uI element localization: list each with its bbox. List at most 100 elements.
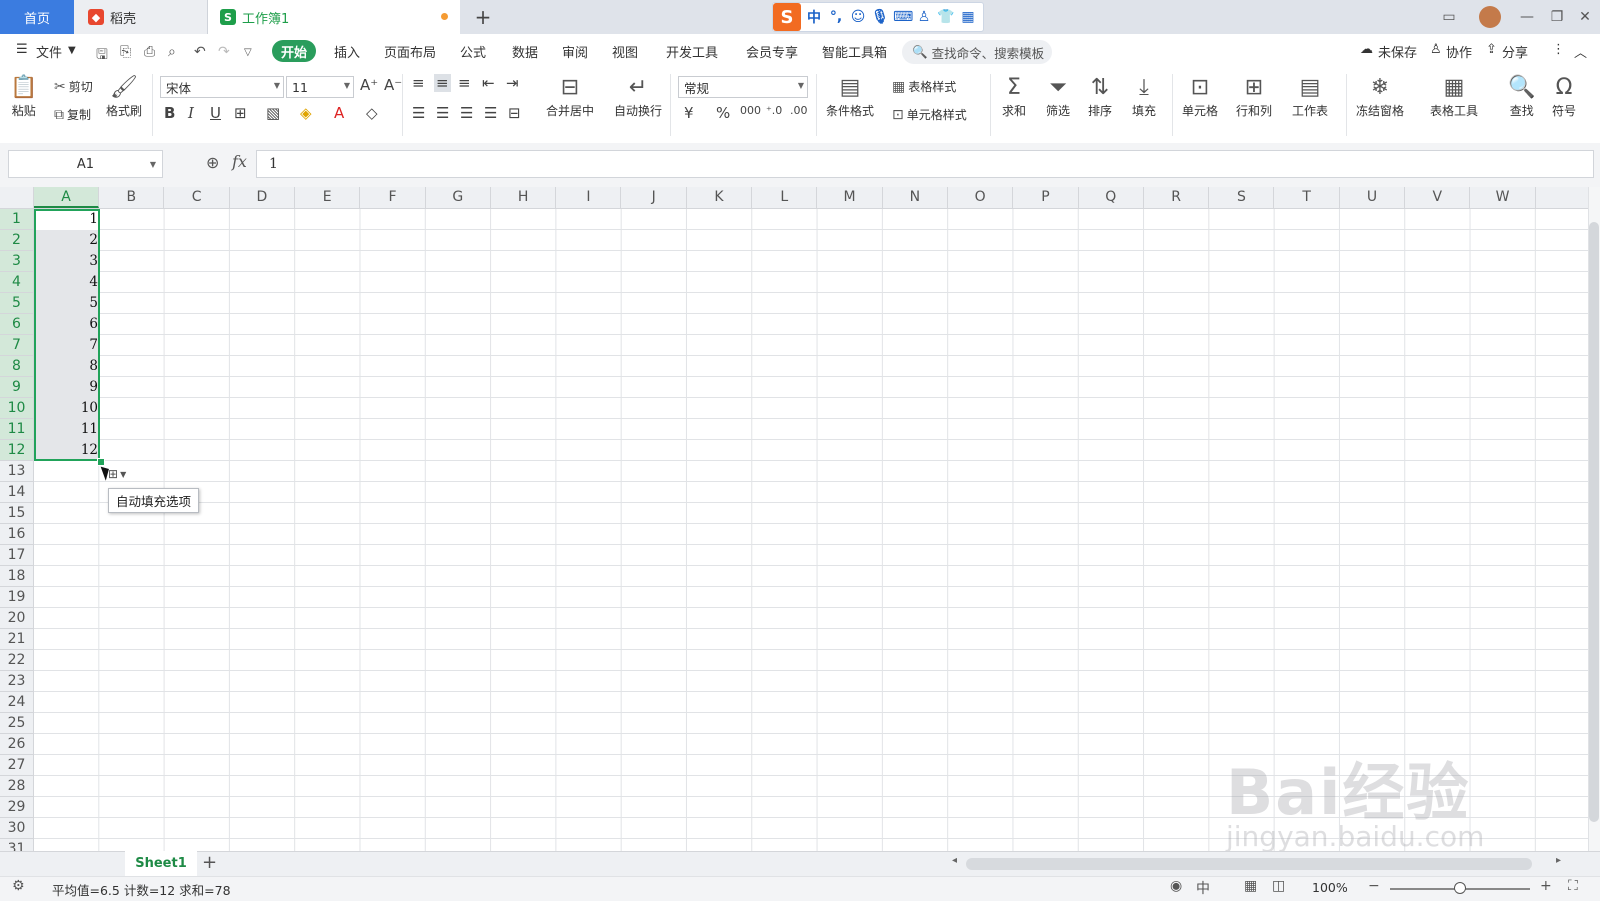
hamburger-icon[interactable]: ☰ [16,42,28,57]
cell-value[interactable]: 8 [34,356,98,377]
row-header[interactable]: 22 [0,650,33,671]
cell-value[interactable]: 10 [34,398,98,419]
menu-page-layout[interactable]: 页面布局 [384,42,436,61]
tab-home[interactable]: 首页 [0,0,74,34]
cloud-icon[interactable]: ☁ [1360,42,1373,57]
row-header[interactable]: 23 [0,671,33,692]
column-header[interactable]: S [1209,187,1275,208]
format-painter-button[interactable]: 🖌 格式刷 [106,74,142,119]
column-header[interactable]: R [1144,187,1210,208]
column-header[interactable]: H [491,187,557,208]
column-header[interactable]: I [556,187,622,208]
row-header[interactable]: 9 [0,377,33,398]
collab-icon[interactable]: ♙ [1430,42,1442,57]
align-right-icon[interactable]: ☰ [460,104,473,122]
collapse-ribbon-icon[interactable]: ︿ [1574,42,1587,61]
bold-icon[interactable]: B [164,104,175,122]
skin-icon[interactable]: 👕 [937,9,955,25]
eye-icon[interactable]: ◉ [1170,878,1182,894]
cell-value[interactable]: 11 [34,419,98,440]
save-icon[interactable]: 🖫 [96,44,108,68]
menu-member[interactable]: 会员专享 [746,42,798,61]
distribute-icon[interactable]: ⊟ [508,104,521,122]
fullscreen-icon[interactable]: ⛶ [1568,878,1578,894]
number-format-select[interactable]: 常规 ▼ [678,76,808,98]
cut-button[interactable]: ✂ 剪切 [54,78,93,95]
row-header[interactable]: 16 [0,524,33,545]
column-header[interactable]: F [361,187,426,208]
thousands-icon[interactable]: 000 [740,104,761,117]
unsaved-label[interactable]: 未保存 [1378,42,1417,61]
close-icon[interactable]: ✕ [1572,4,1598,30]
export-icon[interactable]: ⎘ [120,44,131,60]
italic-icon[interactable]: I [188,104,194,122]
currency-icon[interactable]: ¥ [684,104,694,122]
cell-value[interactable]: 9 [34,377,98,398]
column-header[interactable]: W [1471,187,1536,208]
cell-value[interactable]: 7 [34,335,98,356]
row-header[interactable]: 30 [0,818,33,839]
row-header[interactable]: 14 [0,482,33,503]
column-header[interactable]: P [1014,187,1079,208]
column-header[interactable]: A [34,187,99,208]
ime-punct[interactable]: °, [827,9,845,25]
macro-icon[interactable]: ⚙ [12,878,25,894]
customize-qa-icon[interactable]: ▽ [244,47,252,58]
ime-status-icon[interactable]: 中 [1196,878,1210,898]
fill-button[interactable]: ⤓ 填充 [1132,74,1156,119]
table-tools-button[interactable]: ▦ 表格工具 [1430,74,1478,119]
column-header[interactable]: O [948,187,1014,208]
column-header[interactable]: Q [1079,187,1144,208]
menu-review[interactable]: 审阅 [562,42,588,61]
row-header[interactable]: 13 [0,461,33,482]
align-left-icon[interactable]: ☰ [412,104,425,122]
select-all-corner[interactable] [0,187,34,209]
collab-label[interactable]: 协作 [1446,42,1472,61]
cell-button[interactable]: ⊡ 单元格 [1182,74,1218,119]
column-header[interactable]: G [426,187,491,208]
symbol-button[interactable]: Ω 符号 [1552,74,1576,119]
sheet-tab-sheet1[interactable]: Sheet1 [125,851,197,876]
row-header[interactable]: 7 [0,335,33,356]
vertical-scroll-thumb[interactable] [1589,222,1599,822]
percent-icon[interactable]: % [716,104,730,122]
add-sheet-button[interactable]: + [202,852,217,873]
indent-decrease-icon[interactable]: ⇤ [482,74,495,92]
scroll-left-icon[interactable]: ◂ [952,855,957,866]
zoom-slider-knob[interactable] [1454,882,1466,894]
tab-docer[interactable]: ◆ 稻壳 [74,0,208,34]
cell-value[interactable]: 5 [34,293,98,314]
print-icon[interactable]: ⎙ [144,44,155,60]
column-header[interactable]: B [99,187,165,208]
column-header[interactable]: V [1405,187,1471,208]
cell-value[interactable]: 1 [34,209,98,230]
row-header[interactable]: 3 [0,251,33,272]
emoji-icon[interactable]: ☺ [849,9,867,25]
restore-icon[interactable]: ❐ [1544,4,1570,30]
menu-file[interactable]: 文件 [36,42,62,61]
align-middle-icon[interactable]: ≡ [434,74,451,92]
zoom-level[interactable]: 100% [1312,880,1348,895]
page-view-icon[interactable]: ◫ [1272,878,1285,894]
sort-button[interactable]: ⇅ 排序 [1088,74,1112,119]
cell-style-button[interactable]: ⊡ 单元格样式 [892,106,967,123]
find-button[interactable]: 🔍 查找 [1508,74,1535,119]
row-header[interactable]: 10 [0,398,33,419]
column-header[interactable]: C [165,187,230,208]
tab-workbook[interactable]: S 工作簿1 [208,0,460,34]
new-tab-button[interactable]: + [470,4,496,30]
more-icon[interactable]: ⋮ [1552,42,1565,57]
row-header[interactable]: 11 [0,419,33,440]
share-label[interactable]: 分享 [1502,42,1528,61]
chevron-down-icon[interactable]: ▼ [68,45,76,56]
row-header[interactable]: 24 [0,692,33,713]
column-header[interactable]: L [752,187,818,208]
keyboard-icon[interactable]: ⌨ [893,9,913,25]
decimal-increase-icon[interactable]: ⁺.0 [766,104,782,117]
menu-data[interactable]: 数据 [512,42,538,61]
ime-mode[interactable]: 中 [805,7,823,27]
auto-wrap-button[interactable]: ↵ 自动换行 [614,74,662,119]
filter-button[interactable]: ⏷ 筛选 [1046,74,1070,119]
zoom-out-icon[interactable]: − [1368,878,1380,894]
redo-icon[interactable]: ↷ [218,44,230,60]
